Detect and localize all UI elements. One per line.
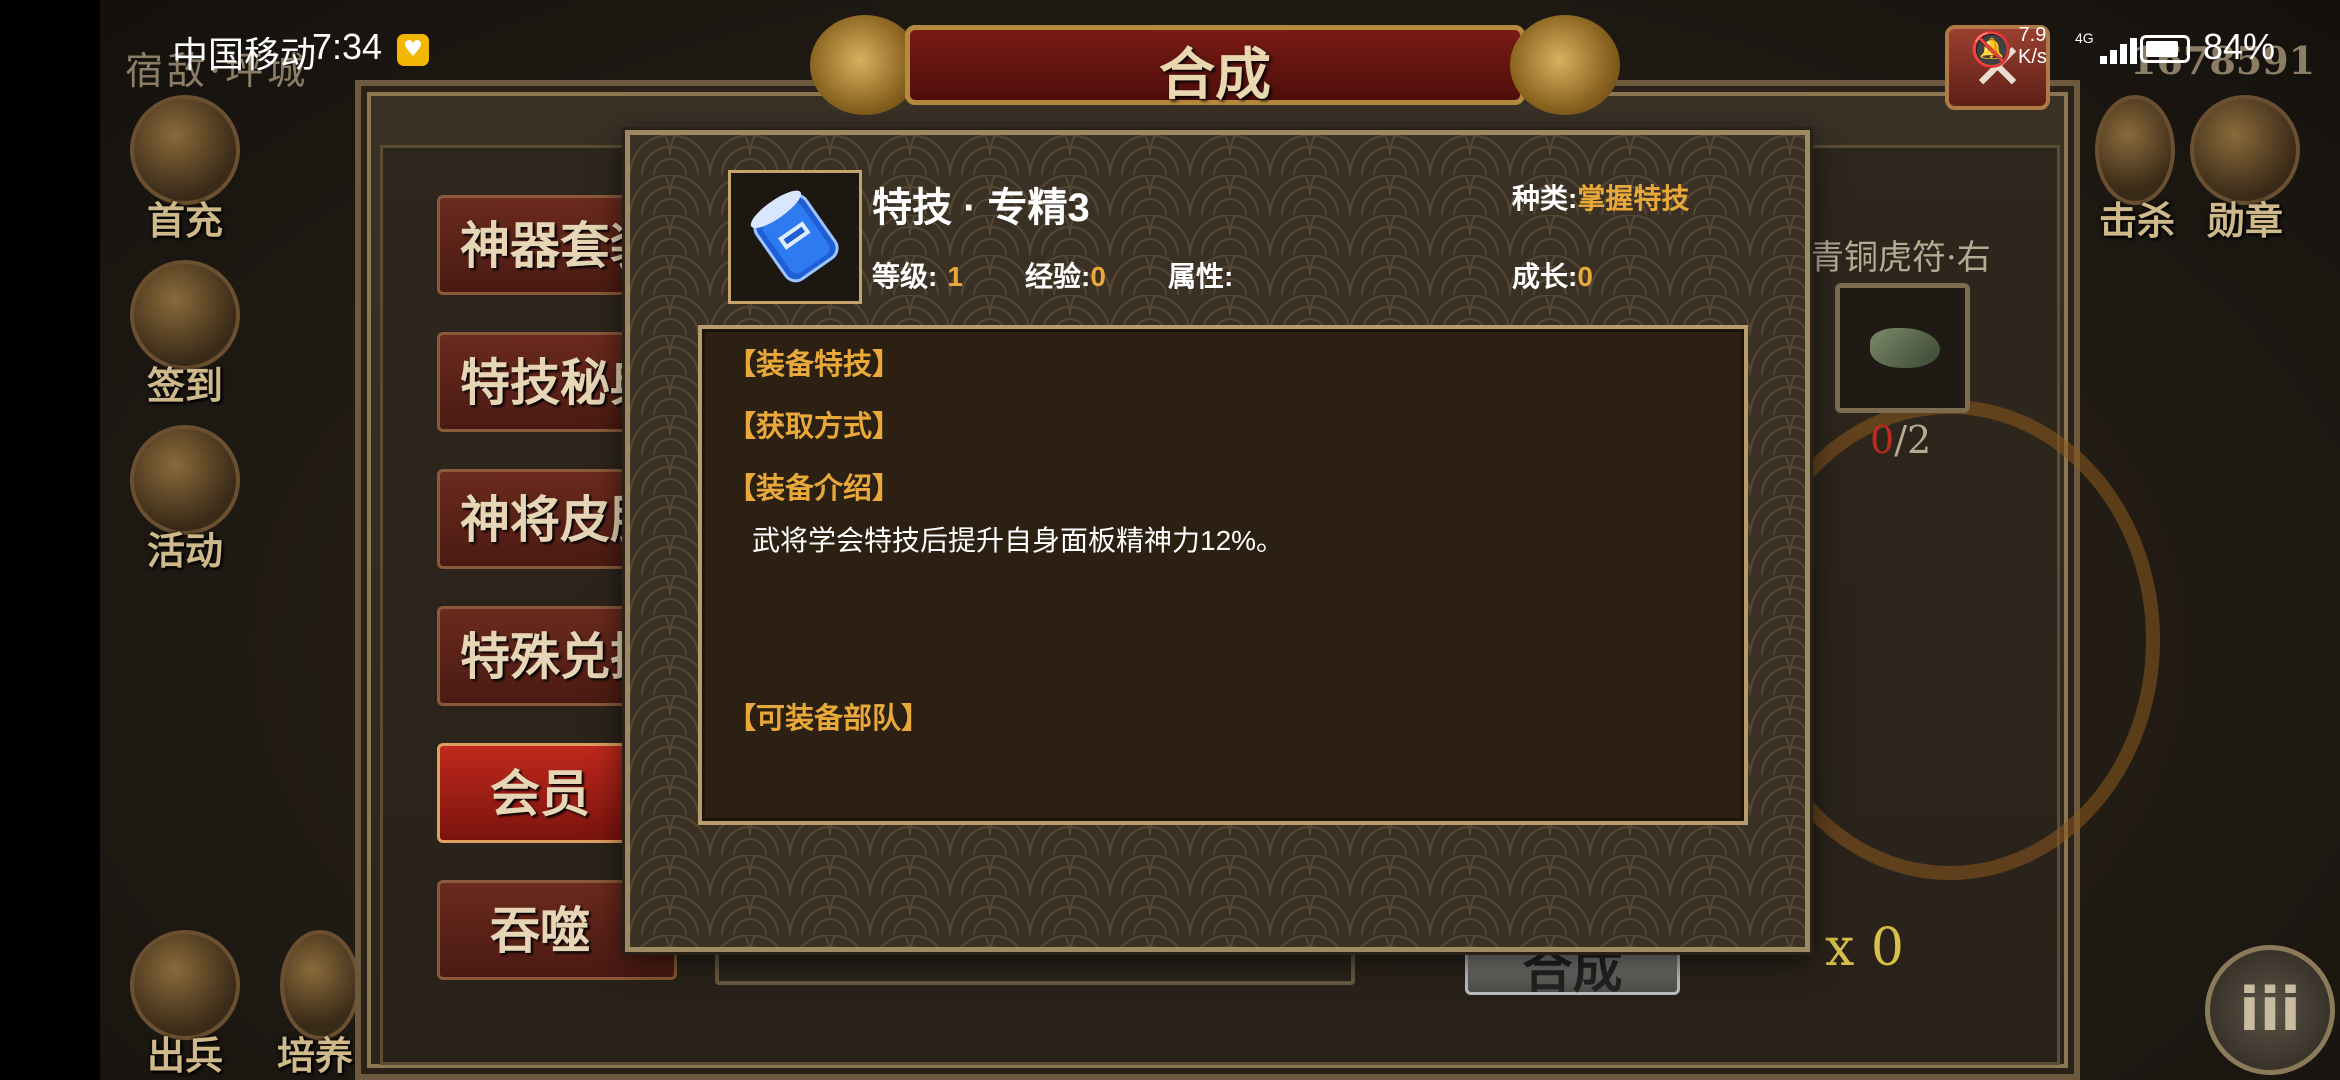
battery-fill — [2146, 41, 2178, 57]
mute-bell-icon: 🔕 — [1970, 30, 2013, 70]
tiger-tally-icon — [1870, 328, 1940, 368]
main-menu-button[interactable]: iii — [2205, 945, 2335, 1075]
first-recharge-button[interactable]: 首充 — [120, 95, 250, 245]
notification-badge-icon — [397, 34, 429, 66]
gift-icon — [130, 95, 240, 205]
deploy-button[interactable]: 出兵 — [120, 930, 250, 1080]
system-status-bar: 中国移动 7:34 🔕 7.9 K/s 4G 84% — [0, 0, 2340, 80]
train-button[interactable]: 培养 — [270, 930, 360, 1080]
activity-button[interactable]: 活动 — [120, 425, 250, 575]
clock: 7:34 — [312, 26, 383, 67]
network-type: 4G — [2075, 30, 2094, 46]
scroll-item-icon — [750, 190, 839, 283]
kill-label: 击杀 — [2098, 198, 2175, 243]
helmet-icon — [280, 930, 360, 1040]
swords-icon — [2095, 95, 2175, 205]
level-stat: 等级: 1 — [872, 255, 963, 295]
level-value: 1 — [947, 261, 963, 292]
skill-name: 特技 · 专精3 — [872, 186, 1090, 230]
target-item-name: 青铜虎符·右 — [1810, 238, 1991, 278]
battery-percent: 84% — [2203, 26, 2276, 67]
network-speed: 7.9 K/s — [2018, 24, 2047, 68]
sign-in-button[interactable]: 签到 — [120, 260, 250, 410]
mask-icon — [2190, 95, 2300, 205]
network-speed-value: 7.9 — [2018, 24, 2047, 46]
growth-label: 成长: — [1512, 261, 1578, 292]
growth-value: 0 — [1577, 261, 1593, 292]
category-label: 种类: — [1512, 183, 1578, 214]
section-equip-skill: 【装备特技】 — [727, 349, 902, 381]
carrier-name: 中国移动 — [172, 34, 317, 75]
network-speed-unit: K/s — [2018, 46, 2047, 68]
medal-label: 勋章 — [2206, 198, 2283, 243]
skill-item-icon-frame — [728, 170, 862, 304]
flag-icon — [130, 930, 240, 1040]
left-black-bar — [0, 0, 100, 1080]
owned-count: 0 — [1870, 418, 1895, 462]
medal-button[interactable]: 勋章 — [2180, 95, 2310, 245]
activity-label: 活动 — [146, 528, 223, 573]
skill-description-box: 【装备特技】 【获取方式】 【装备介绍】 武将学会特技后提升自身面板精神力12%… — [698, 325, 1748, 825]
level-label: 等级: — [872, 261, 938, 292]
section-equippable-units: 【可装备部队】 — [727, 703, 931, 735]
target-item-slot[interactable] — [1835, 283, 1970, 413]
kill-button[interactable]: 击杀 — [2075, 95, 2175, 245]
skill-detail-popup: 特技 · 专精3 种类:掌握特技 等级: 1 经验:0 属性: 成长:0 【装备特… — [625, 130, 1810, 952]
section-equip-intro: 【装备介绍】 — [727, 473, 902, 505]
battery-icon — [2140, 35, 2190, 63]
scroll-icon — [130, 260, 240, 370]
section-obtain-method: 【获取方式】 — [727, 411, 902, 443]
exp-value: 0 — [1090, 261, 1106, 292]
category-value: 掌握特技 — [1577, 183, 1690, 214]
chest-icon — [130, 425, 240, 535]
synthesize-button[interactable]: 合成 — [1465, 940, 1680, 999]
growth-stat: 成长:0 — [1512, 255, 1593, 295]
sign-in-label: 签到 — [146, 363, 223, 408]
menu-bars-icon: iii — [2239, 975, 2301, 1045]
target-item-count: 0/2 — [1870, 418, 1931, 462]
first-recharge-label: 首充 — [146, 198, 223, 243]
coin-count: x 0 — [1825, 918, 1904, 978]
exp-label: 经验: — [1025, 261, 1091, 292]
exp-stat: 经验:0 — [1025, 255, 1106, 295]
required-count: /2 — [1894, 418, 1932, 462]
train-label: 培养 — [276, 1033, 353, 1078]
deploy-label: 出兵 — [146, 1033, 223, 1078]
attribute-stat: 属性: — [1168, 255, 1233, 295]
attribute-label: 属性: — [1168, 261, 1234, 292]
equip-intro-text: 武将学会特技后提升自身面板精神力12%。 — [752, 525, 1285, 556]
category-stat: 种类:掌握特技 — [1512, 177, 1689, 217]
